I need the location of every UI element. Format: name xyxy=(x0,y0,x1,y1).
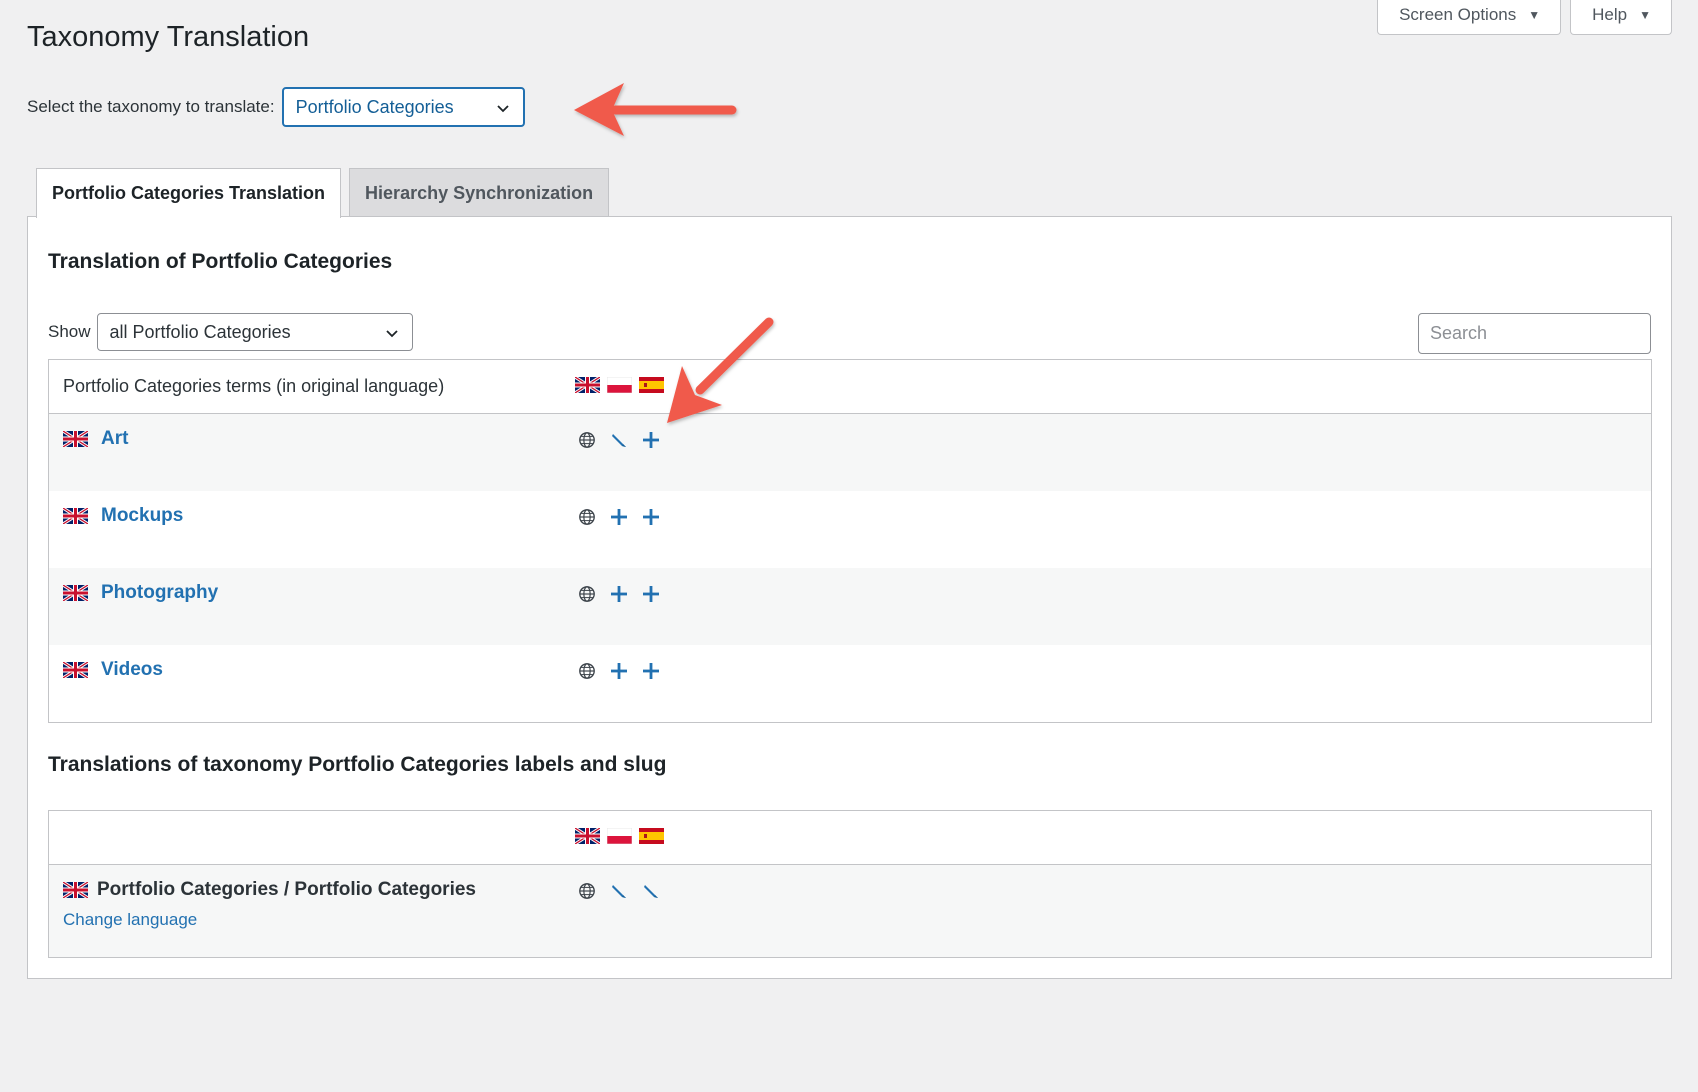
labels-table: Portfolio Categories / Portfolio Categor… xyxy=(48,810,1652,958)
table-row: Portfolio Categories / Portfolio Categor… xyxy=(49,865,1651,957)
language-flags xyxy=(575,377,664,393)
labels-table-header xyxy=(49,811,1651,865)
uk-flag-icon xyxy=(63,585,88,601)
pencil-icon[interactable] xyxy=(609,881,629,901)
uk-flag-icon xyxy=(63,508,88,524)
plus-icon[interactable] xyxy=(641,584,661,604)
uk-flag-icon xyxy=(63,882,88,898)
screen-options-button[interactable]: Screen Options ▼ xyxy=(1377,0,1562,35)
change-language-link[interactable]: Change language xyxy=(63,910,197,930)
arrow-to-taxonomy-select xyxy=(574,83,737,136)
tab-hierarchy-synchronization[interactable]: Hierarchy Synchronization xyxy=(349,168,610,217)
tab-label: Hierarchy Synchronization xyxy=(365,182,594,203)
table-row: Art xyxy=(49,414,1651,491)
pencil-icon[interactable] xyxy=(641,881,661,901)
term-link-mockups[interactable]: Mockups xyxy=(101,505,183,527)
terms-table-header: Portfolio Categories terms (in original … xyxy=(49,360,1651,414)
term-link-videos[interactable]: Videos xyxy=(101,659,163,681)
term-link-photography[interactable]: Photography xyxy=(101,582,218,604)
show-filter-row: Show all Portfolio Categories xyxy=(48,313,413,351)
uk-flag-icon xyxy=(575,377,600,393)
globe-icon[interactable] xyxy=(577,661,597,681)
label-name-cell: Portfolio Categories / Portfolio Categor… xyxy=(63,879,476,901)
terms-section-title: Translation of Portfolio Categories xyxy=(48,250,393,273)
spain-flag-icon xyxy=(639,828,664,844)
uk-flag-icon xyxy=(63,431,88,447)
uk-flag-icon xyxy=(575,828,600,844)
table-row: Photography xyxy=(49,568,1651,645)
show-filter-value: all Portfolio Categories xyxy=(109,321,291,342)
plus-icon[interactable] xyxy=(609,507,629,527)
term-actions xyxy=(577,584,661,604)
table-row: Mockups xyxy=(49,491,1651,568)
labels-section-title: Translations of taxonomy Portfolio Categ… xyxy=(48,753,667,776)
uk-flag-icon xyxy=(63,662,88,678)
help-button[interactable]: Help ▼ xyxy=(1570,0,1672,35)
screen-options-label: Screen Options xyxy=(1399,5,1517,24)
poland-flag-icon xyxy=(607,377,632,393)
poland-flag-icon xyxy=(607,828,632,844)
term-link-art[interactable]: Art xyxy=(101,428,128,450)
term-actions xyxy=(577,430,661,450)
label-actions xyxy=(577,881,661,901)
caret-down-icon: ▼ xyxy=(1528,8,1541,22)
translation-panel: Translation of Portfolio Categories Show… xyxy=(27,216,1672,979)
terms-table: Portfolio Categories terms (in original … xyxy=(48,359,1652,723)
screen-meta: Screen Options ▼ Help ▼ xyxy=(1377,0,1672,35)
term-name-cell: Photography xyxy=(63,582,218,604)
taxonomy-select-value: Portfolio Categories xyxy=(295,96,454,117)
tab-portfolio-categories-translation[interactable]: Portfolio Categories Translation xyxy=(36,168,342,218)
page-title: Taxonomy Translation xyxy=(27,21,310,53)
plus-icon[interactable] xyxy=(641,661,661,681)
caret-down-icon: ▼ xyxy=(1639,8,1651,22)
chevron-down-icon xyxy=(496,105,509,113)
table-row: Videos xyxy=(49,645,1651,722)
language-flags xyxy=(575,828,664,844)
taxonomy-select[interactable]: Portfolio Categories xyxy=(281,87,525,127)
globe-icon[interactable] xyxy=(577,881,597,901)
chevron-down-icon xyxy=(385,330,398,338)
tab-bar: Portfolio Categories Translation Hierarc… xyxy=(36,168,610,218)
terms-header-text: Portfolio Categories terms (in original … xyxy=(63,376,445,396)
label-row-name: Portfolio Categories / Portfolio Categor… xyxy=(97,879,476,900)
spain-flag-icon xyxy=(639,377,664,393)
plus-icon[interactable] xyxy=(641,430,661,450)
term-name-cell: Art xyxy=(63,428,128,450)
plus-icon[interactable] xyxy=(609,661,629,681)
globe-icon[interactable] xyxy=(577,584,597,604)
tab-label: Portfolio Categories Translation xyxy=(52,183,326,203)
term-name-cell: Videos xyxy=(63,659,163,681)
show-label: Show xyxy=(48,322,91,341)
globe-icon[interactable] xyxy=(577,430,597,450)
term-actions xyxy=(577,661,661,681)
term-name-cell: Mockups xyxy=(63,505,183,527)
show-filter-select[interactable]: all Portfolio Categories xyxy=(96,313,413,351)
help-label: Help xyxy=(1592,5,1628,24)
term-actions xyxy=(577,507,661,527)
plus-icon[interactable] xyxy=(641,507,661,527)
taxonomy-select-row: Select the taxonomy to translate: Portfo… xyxy=(27,87,525,127)
taxonomy-select-label: Select the taxonomy to translate: xyxy=(27,97,275,116)
plus-icon[interactable] xyxy=(609,584,629,604)
search-input[interactable] xyxy=(1418,313,1651,354)
globe-icon[interactable] xyxy=(577,507,597,527)
pencil-icon[interactable] xyxy=(609,430,629,450)
